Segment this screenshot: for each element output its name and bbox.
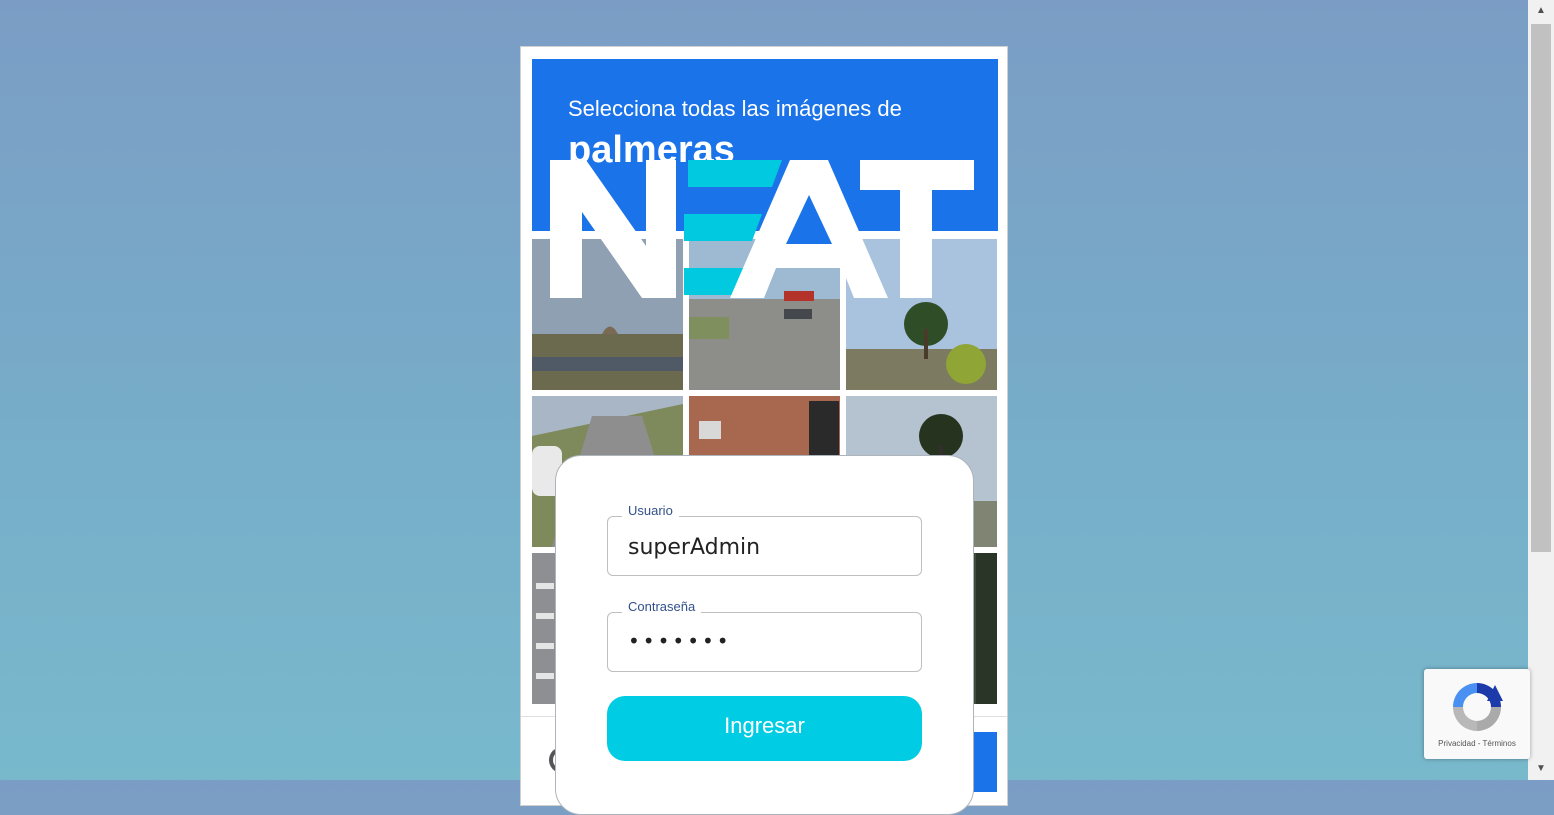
neat-logo bbox=[550, 160, 974, 298]
scroll-down-arrow-icon[interactable]: ▼ bbox=[1528, 758, 1554, 780]
recaptcha-logo-icon bbox=[1453, 683, 1503, 731]
scroll-up-arrow-icon[interactable]: ▲ bbox=[1528, 0, 1554, 22]
username-label: Usuario bbox=[622, 503, 679, 518]
login-submit-button[interactable]: Ingresar bbox=[607, 696, 922, 761]
login-form: Usuario superAdmin Contraseña ••••••• In… bbox=[555, 455, 974, 815]
password-label: Contraseña bbox=[622, 599, 702, 614]
username-input[interactable]: superAdmin bbox=[628, 535, 760, 560]
password-input[interactable]: ••••••• bbox=[628, 629, 732, 653]
page-scrollbar[interactable]: ▲ ▼ bbox=[1528, 0, 1554, 780]
username-field[interactable]: Usuario superAdmin bbox=[607, 503, 922, 576]
password-field[interactable]: Contraseña ••••••• bbox=[607, 599, 922, 672]
recaptcha-terms-links[interactable]: Privacidad - Términos bbox=[1424, 739, 1530, 748]
captcha-instruction: Selecciona todas las imágenes de bbox=[568, 96, 902, 121]
scroll-thumb[interactable] bbox=[1531, 24, 1551, 552]
logo-letter-n bbox=[550, 160, 676, 298]
recaptcha-badge[interactable]: Privacidad - Términos bbox=[1424, 669, 1530, 759]
